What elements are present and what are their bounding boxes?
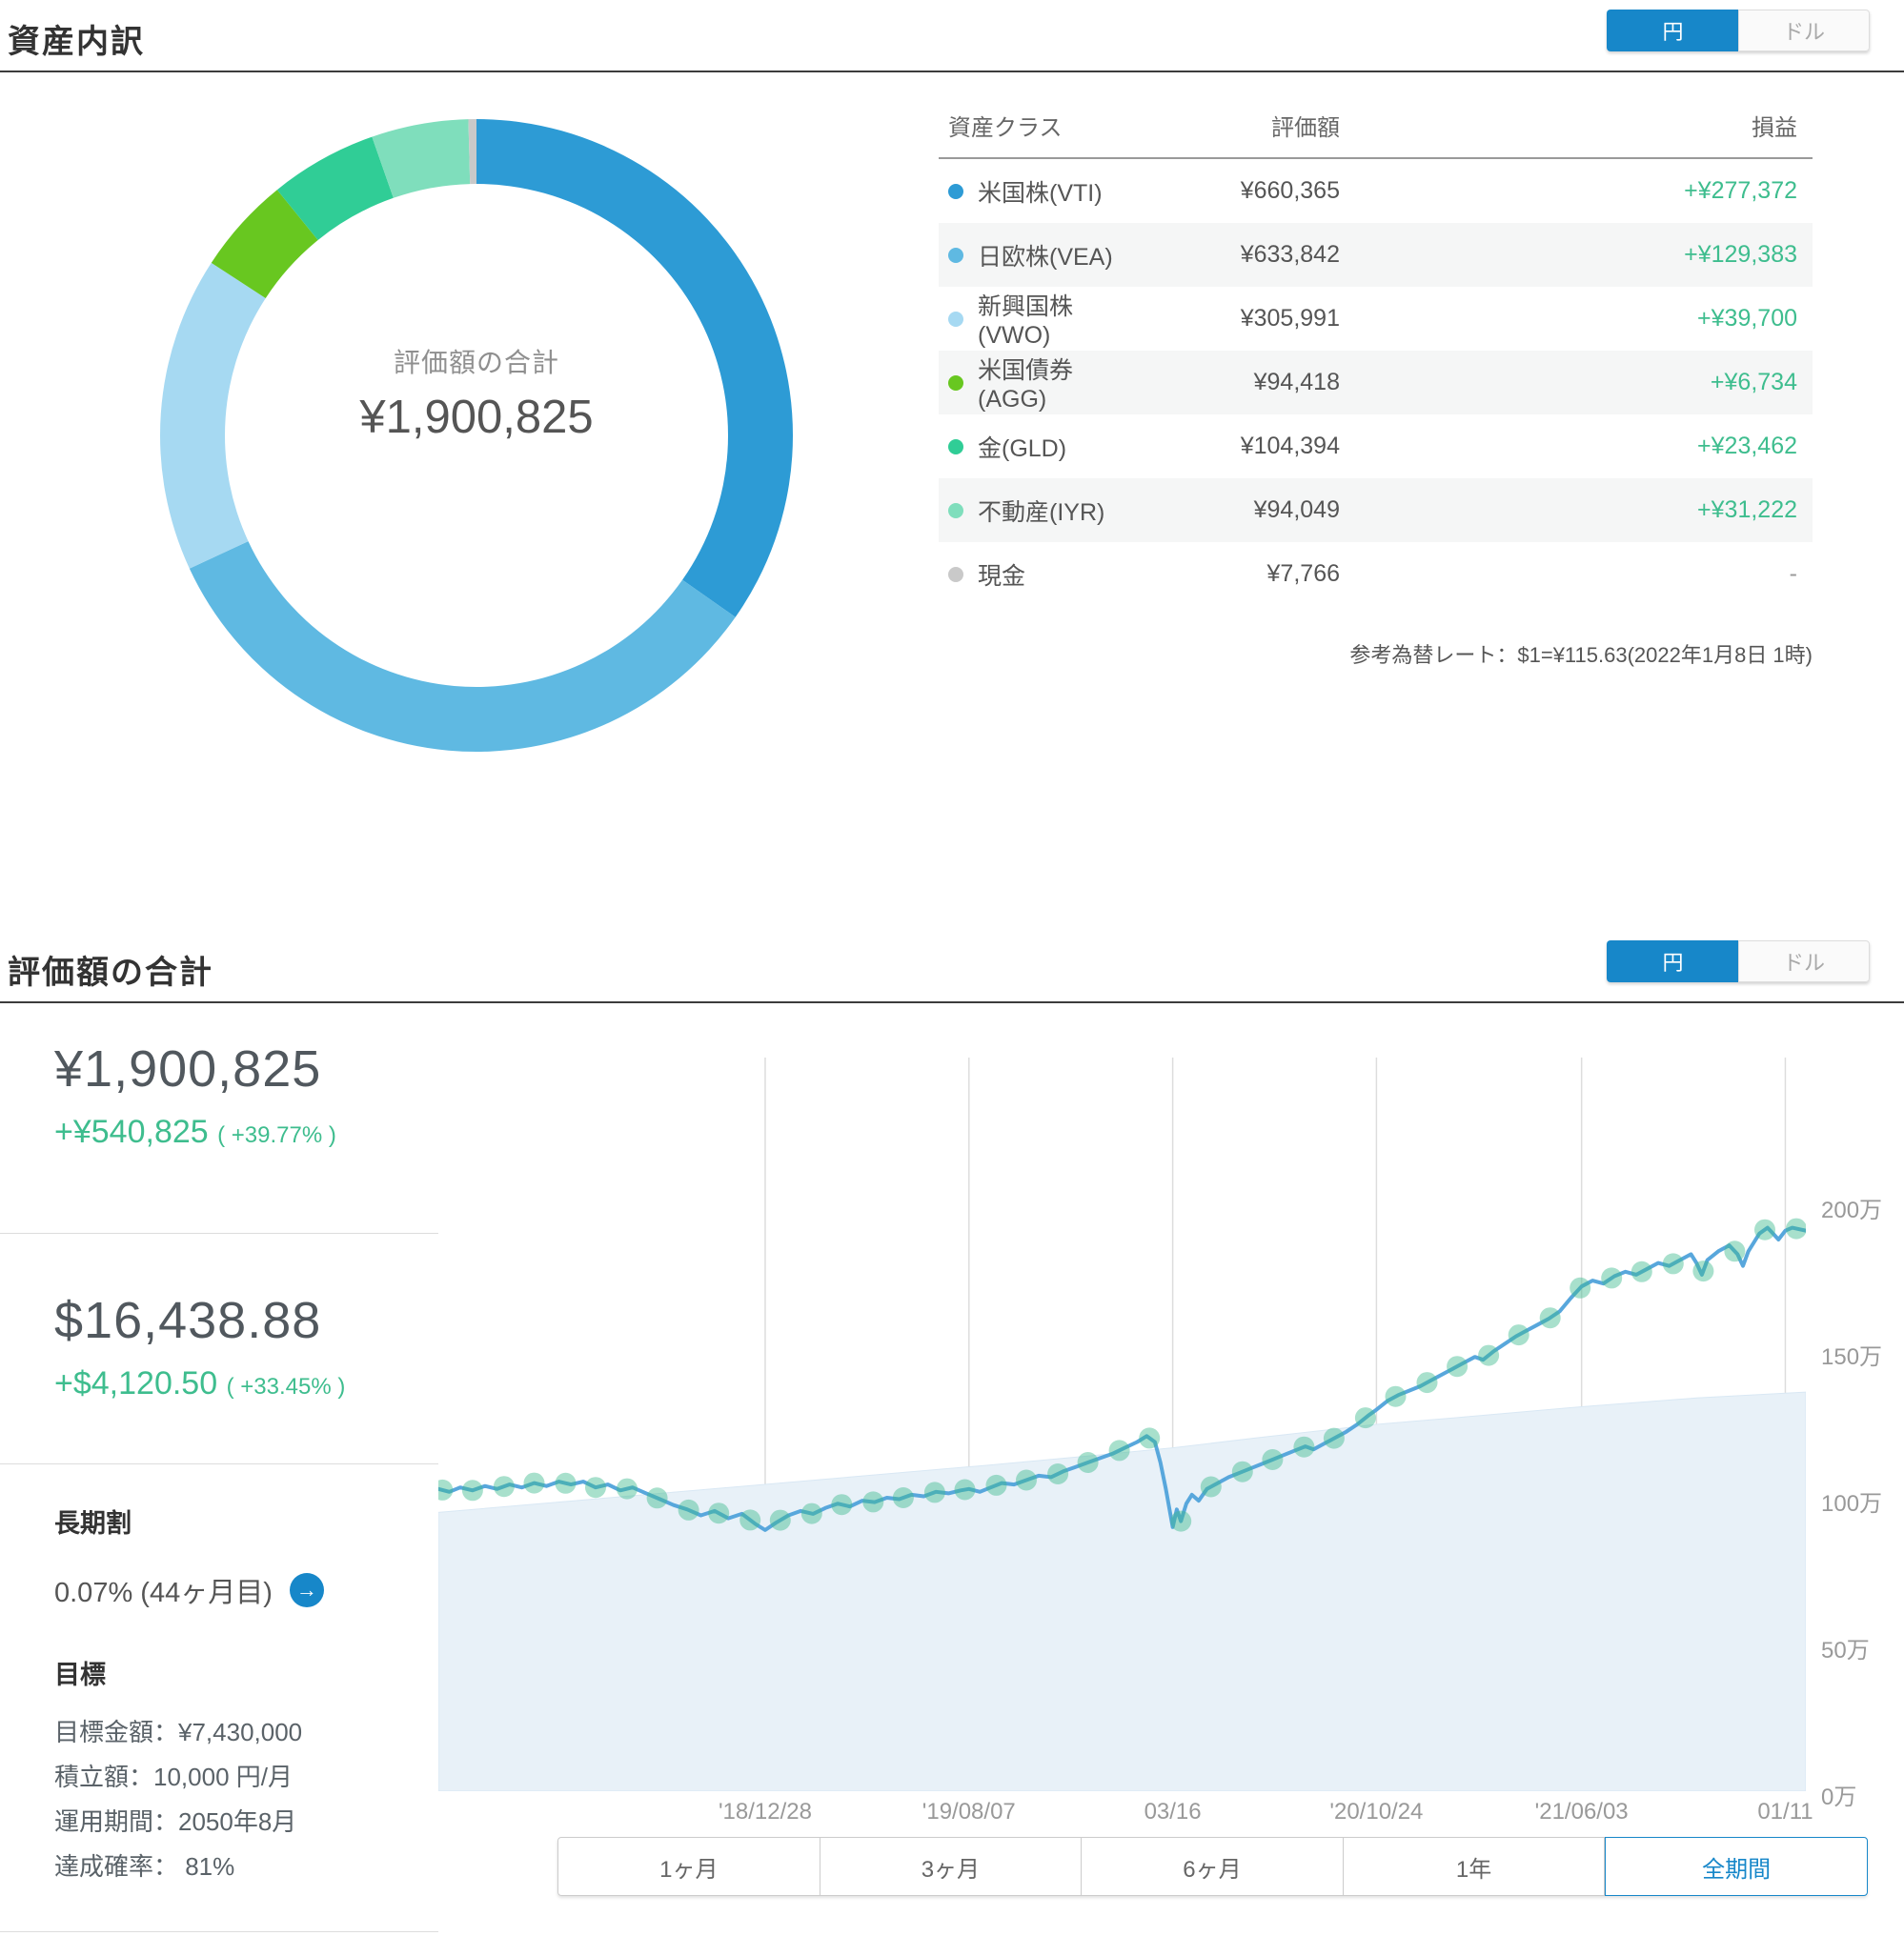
longterm-discount-label: 長期割 (54, 1509, 132, 1538)
asset-row: 金(GLD) ¥104,394 +¥23,462 (939, 414, 1813, 478)
asset-name: 米国株(VTI) (978, 179, 1103, 207)
y-axis-label: 200万 (1821, 1198, 1883, 1223)
x-axis-label: '20/10/24 (1329, 1799, 1424, 1825)
gain-jpy: +¥540,825 ( +39.77% ) (54, 1114, 438, 1151)
gain-usd: +$4,120.50 ( +33.45% ) (54, 1365, 438, 1402)
gain-jpy-percent: ( +39.77% ) (217, 1122, 336, 1148)
donut-center-total: ¥1,900,825 (358, 392, 593, 443)
gain-jpy-amount: +¥540,825 (54, 1114, 209, 1150)
goal-line: 目標金額：¥7,430,000 (54, 1718, 303, 1746)
asset-row: 米国債券(AGG) ¥94,418 +¥6,734 (939, 351, 1813, 414)
period-button-1m[interactable]: 1ヶ月 (557, 1837, 820, 1896)
goal-details: 目標金額：¥7,430,000 積立額：10,000 円/月 運用期間：2050年8… (54, 1710, 438, 1889)
header-gain-loss: 損益 (1752, 115, 1797, 141)
asset-name: 米国債券(AGG) (978, 357, 1074, 413)
currency-jpy-button[interactable]: 円 (1607, 940, 1738, 982)
donut-center-label: 評価額の合計 (394, 348, 559, 377)
period-selector: 1ヶ月 3ヶ月 6ヶ月 1年 全期間 (557, 1837, 1868, 1896)
x-axis-label: '19/08/07 (922, 1799, 1016, 1825)
asset-color-dot (948, 566, 963, 582)
goal-line: 積立額：10,000 円/月 (54, 1763, 293, 1791)
asset-name: 金(GLD) (978, 434, 1067, 462)
currency-usd-button[interactable]: ドル (1738, 940, 1870, 982)
asset-gain: +¥23,462 (1697, 433, 1797, 459)
asset-value: ¥660,365 (1240, 177, 1340, 204)
summary-panel: ¥1,900,825 +¥540,825 ( +39.77% ) $16,438… (0, 1003, 438, 1932)
wealthnavi-dashboard: 資産内訳 円ドル 評価額の合計 ¥1,900,825 資産クラス 評価額 損益 米… (0, 0, 1904, 1932)
currency-jpy-button[interactable]: 円 (1607, 10, 1738, 51)
asset-row: 新興国株(VWO) ¥305,991 +¥39,700 (939, 287, 1813, 351)
asset-color-dot (948, 502, 963, 518)
longterm-discount-value: 0.07% (44ヶ月目) (54, 1578, 273, 1608)
asset-row: 日欧株(VEA) ¥633,842 +¥129,383 (939, 223, 1813, 287)
currency-toggle: 円ドル (1607, 940, 1870, 982)
donut-slice-1 (189, 541, 736, 752)
fx-rate-note: 参考為替レート：$1=¥115.63(2022年1月8日 1時) (1349, 643, 1813, 667)
period-button-1y[interactable]: 1年 (1343, 1837, 1606, 1896)
asset-table-header: 資産クラス 評価額 損益 (939, 109, 1813, 159)
section-total-value: 評価額の合計 円ドル ¥1,900,825 +¥540,825 ( +39.77… (0, 931, 1904, 1932)
asset-name: 現金 (978, 562, 1026, 590)
asset-name: 日欧株(VEA) (978, 243, 1113, 271)
asset-gain: +¥31,222 (1697, 496, 1797, 523)
asset-color-dot (948, 438, 963, 454)
x-axis-label: 03/16 (1144, 1799, 1202, 1825)
asset-gain: - (1789, 560, 1797, 587)
gain-usd-amount: +$4,120.50 (54, 1365, 218, 1402)
currency-usd-button[interactable]: ドル (1738, 10, 1870, 51)
asset-gain: +¥277,372 (1684, 177, 1797, 204)
asset-table: 資産クラス 評価額 損益 米国株(VTI) ¥660,365 +¥277,372 日欧… (939, 109, 1813, 669)
asset-value: ¥7,766 (1266, 560, 1340, 587)
period-button-3m[interactable]: 3ヶ月 (820, 1837, 1083, 1896)
asset-color-dot (948, 183, 963, 199)
asset-gain: +¥129,383 (1684, 241, 1797, 268)
asset-value: ¥94,049 (1253, 496, 1340, 523)
asset-row: 現金 ¥7,766 - (939, 542, 1813, 606)
gain-usd-percent: ( +33.45% ) (226, 1374, 346, 1400)
header-valuation: 評価額 (1271, 115, 1340, 141)
x-axis-label: '18/12/28 (718, 1799, 812, 1825)
asset-color-dot (948, 247, 963, 263)
asset-value: ¥305,991 (1240, 305, 1340, 332)
currency-toggle: 円ドル (1607, 10, 1870, 51)
asset-value: ¥94,418 (1253, 369, 1340, 395)
x-axis-label: '21/06/03 (1534, 1799, 1629, 1825)
chart-column: '18/12/28 '19/08/07 03/16 '20/10/24 '21/06/0… (438, 1003, 1904, 1896)
goal-line: 達成確率： 81% (54, 1852, 235, 1881)
goal-line: 運用期間：2050年8月 (54, 1807, 297, 1836)
asset-breakdown-title: 資産内訳 (8, 24, 145, 60)
asset-color-dot (948, 311, 963, 327)
period-button-6m[interactable]: 6ヶ月 (1082, 1837, 1344, 1896)
asset-value: ¥104,394 (1240, 433, 1340, 459)
header-asset-class: 資産クラス (948, 115, 1063, 141)
detail-arrow-icon[interactable]: → (289, 1573, 324, 1607)
period-button-all[interactable]: 全期間 (1605, 1837, 1868, 1896)
asset-color-dot (948, 374, 963, 391)
asset-gain: +¥39,700 (1697, 305, 1797, 332)
y-axis-label: 50万 (1821, 1638, 1870, 1664)
total-value-usd: $16,438.88 (54, 1292, 322, 1349)
asset-value: ¥633,842 (1240, 241, 1340, 268)
y-axis-label: 100万 (1821, 1491, 1883, 1517)
asset-name: 不動産(IYR) (978, 498, 1105, 526)
summary-divider (0, 1931, 438, 1932)
total-value-title: 評価額の合計 (8, 955, 213, 991)
asset-row: 米国株(VTI) ¥660,365 +¥277,372 (939, 159, 1813, 223)
asset-donut-chart: 評価額の合計 ¥1,900,825 (157, 116, 796, 755)
y-axis-label: 150万 (1821, 1344, 1883, 1370)
total-value-jpy: ¥1,900,825 (54, 1040, 322, 1098)
value-history-chart: '18/12/28 '19/08/07 03/16 '20/10/24 '21/06/0… (438, 1058, 1882, 1825)
asset-gain: +¥6,734 (1710, 369, 1797, 395)
donut-slice-2 (159, 262, 266, 569)
asset-name: 新興国株(VWO) (978, 293, 1074, 349)
section-asset-breakdown: 資産内訳 円ドル 評価額の合計 ¥1,900,825 資産クラス 評価額 損益 米… (0, 0, 1904, 755)
y-axis-label: 0万 (1821, 1785, 1857, 1810)
asset-row: 不動産(IYR) ¥94,049 +¥31,222 (939, 478, 1813, 542)
goal-label: 目標 (54, 1661, 106, 1689)
x-axis-label: 01/11 (1757, 1799, 1813, 1825)
